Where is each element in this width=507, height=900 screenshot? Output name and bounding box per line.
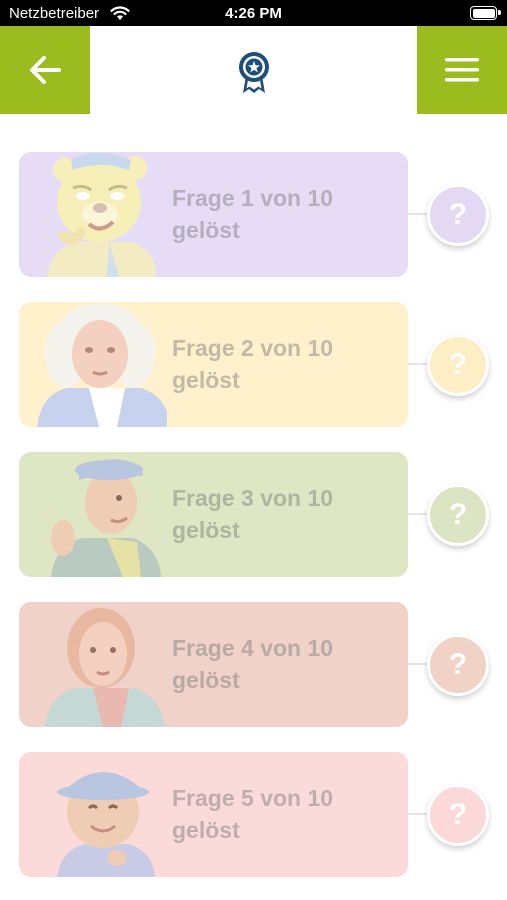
question-mark-icon: ? bbox=[448, 648, 468, 681]
battery-icon bbox=[470, 6, 501, 20]
question-row: Frage 4 von 10 gelöst ? bbox=[0, 602, 507, 730]
scientist-character-image bbox=[45, 608, 165, 727]
question-card[interactable]: Frage 3 von 10 gelöst bbox=[19, 452, 408, 577]
question-row: Frage 3 von 10 gelöst ? bbox=[0, 452, 507, 580]
question-row: Frage 1 von 10 gelöst ? bbox=[0, 152, 507, 280]
composer-character-image bbox=[37, 304, 167, 427]
question-card[interactable]: Frage 4 von 10 gelöst bbox=[19, 602, 408, 727]
status-bar: Netzbetreiber 4:26 PM bbox=[0, 0, 507, 26]
question-button[interactable]: ? bbox=[427, 334, 489, 396]
hamburger-menu-icon bbox=[445, 58, 479, 82]
award-badge-icon bbox=[239, 52, 269, 93]
app-header bbox=[0, 26, 507, 114]
kid-character-image bbox=[57, 772, 155, 877]
question-card[interactable]: Frage 5 von 10 gelöst bbox=[19, 752, 408, 877]
question-button[interactable]: ? bbox=[427, 484, 489, 546]
question-progress-label: Frage 2 von 10 gelöst bbox=[172, 335, 334, 393]
question-mark-icon: ? bbox=[448, 198, 468, 231]
question-mark-icon: ? bbox=[448, 798, 468, 831]
question-card[interactable]: Frage 1 von 10 gelöst bbox=[19, 152, 408, 277]
sailor-character-image bbox=[51, 459, 161, 577]
question-card[interactable]: Frage 2 von 10 gelöst bbox=[19, 302, 408, 427]
question-button[interactable]: ? bbox=[427, 784, 489, 846]
question-progress-label: Frage 3 von 10 gelöst bbox=[172, 485, 334, 543]
clock: 4:26 PM bbox=[225, 5, 282, 22]
question-row: Frage 5 von 10 gelöst ? bbox=[0, 752, 507, 880]
arrow-left-icon bbox=[30, 56, 61, 84]
menu-button[interactable] bbox=[417, 26, 507, 114]
question-progress-label: Frage 1 von 10 gelöst bbox=[172, 185, 334, 243]
question-progress-label: Frage 5 von 10 gelöst bbox=[172, 785, 334, 843]
question-mark-icon: ? bbox=[448, 348, 468, 381]
bear-character-image bbox=[47, 153, 156, 277]
question-mark-icon: ? bbox=[448, 498, 468, 531]
question-button[interactable]: ? bbox=[427, 634, 489, 696]
question-button[interactable]: ? bbox=[427, 184, 489, 246]
question-row: Frage 2 von 10 gelöst ? bbox=[0, 302, 507, 430]
back-button[interactable] bbox=[0, 26, 90, 114]
question-progress-label: Frage 4 von 10 gelöst bbox=[172, 635, 334, 693]
